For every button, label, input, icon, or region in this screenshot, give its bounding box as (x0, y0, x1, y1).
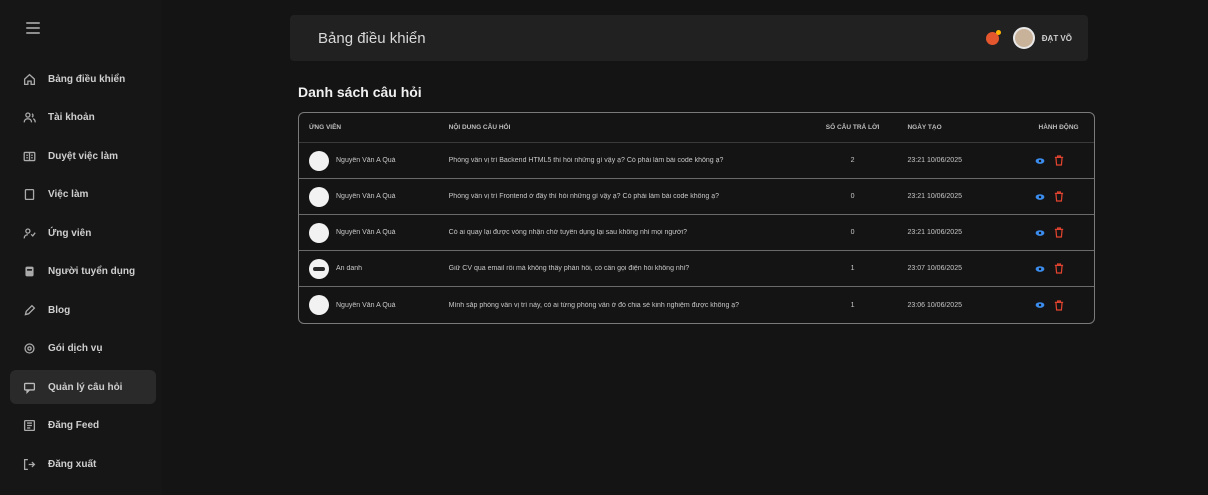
user-name[interactable]: ĐẠT VÕ (1042, 34, 1072, 43)
menu-icon[interactable] (26, 22, 40, 34)
candidate-name: Nguyễn Văn A Quá (336, 193, 396, 200)
created-date: 23:21 10/06/2025 (907, 157, 962, 164)
anonymous-avatar (309, 258, 329, 279)
question-text: Giữ CV qua email rồi mà không thấy phản … (448, 265, 690, 272)
table-row: Ẩn danh Giữ CV qua email rồi mà không th… (299, 251, 1094, 287)
sidebar-item-label: Gói dịch vụ (48, 343, 103, 354)
top-header: Bảng điều khiển ĐẠT VÕ (290, 15, 1088, 61)
sidebar-item-logout[interactable]: Đăng xuất (10, 447, 156, 481)
eye-icon[interactable] (1035, 228, 1045, 238)
notification-icon[interactable] (985, 29, 1001, 45)
pen-icon (22, 303, 36, 317)
sidebar-item-label: Duyệt việc làm (48, 150, 119, 162)
sidebar: Bảng điều khiển Tài khoản Duyệt việc làm… (0, 0, 162, 495)
answer-count: 0 (850, 229, 855, 236)
sidebar-item-questions[interactable]: Quản lý câu hỏi (10, 370, 156, 404)
trash-icon[interactable] (1054, 263, 1064, 274)
column-header-candidate: Ứng viên (309, 124, 342, 131)
candidate-name: Nguyễn Văn A Quá (336, 301, 396, 309)
page-title: Bảng điều khiển (318, 29, 426, 47)
sidebar-item-label: Bảng điều khiển (48, 73, 126, 85)
table-row: Nguyễn Văn A Quá Mình sắp phỏng vấn vị t… (299, 287, 1094, 323)
sidebar-item-label: Người tuyển dụng (48, 266, 136, 277)
sidebar-item-packages[interactable]: Gói dịch vụ (10, 332, 156, 366)
avatar (309, 222, 329, 243)
sidebar-item-dashboard[interactable]: Bảng điều khiển (10, 62, 156, 96)
candidate-name: Nguyễn Văn A Quá (336, 157, 396, 164)
trash-icon[interactable] (1054, 155, 1064, 166)
chat-icon (22, 380, 36, 394)
created-date: 23:21 10/06/2025 (907, 193, 962, 200)
users-icon (22, 111, 36, 125)
question-text: Có ai quay lại được vòng nhận chờ tuyển … (448, 229, 687, 236)
trash-icon[interactable] (1054, 227, 1064, 238)
sidebar-item-recruiters[interactable]: Người tuyển dụng (10, 255, 156, 289)
candidate-name: Ẩn danh (336, 265, 363, 272)
created-date: 23:07 10/06/2025 (907, 265, 962, 272)
created-date: 23:21 10/06/2025 (907, 229, 962, 236)
question-text: Phỏng vấn vị trí Backend HTML5 thì hỏi n… (448, 157, 724, 164)
answer-count: 1 (850, 265, 855, 272)
question-text: Mình sắp phỏng vấn vị trí này, có ai từn… (448, 301, 740, 309)
question-text: Phỏng vấn vị trí Frontend ở đây thì hỏi … (448, 193, 720, 200)
avatar (309, 295, 329, 315)
table-header: Ứng viên Nội dung câu hỏi Số câu trả lời… (299, 113, 1094, 143)
answer-count: 1 (850, 301, 855, 309)
column-header-actions: Hành động (1038, 124, 1079, 131)
sidebar-item-candidates[interactable]: Ứng viên (10, 216, 156, 250)
briefcase-check-icon (22, 149, 36, 163)
avatar (309, 150, 329, 171)
eye-icon[interactable] (1035, 192, 1045, 202)
created-date: 23:06 10/06/2025 (907, 301, 962, 309)
sidebar-item-label: Việc làm (48, 189, 89, 200)
sidebar-item-accounts[interactable]: Tài khoản (10, 101, 156, 135)
table-row: Nguyễn Văn A Quá Có ai quay lại được vòn… (299, 215, 1094, 251)
sidebar-item-label: Đăng Feed (48, 420, 100, 431)
sidebar-item-label: Quản lý câu hỏi (48, 381, 123, 393)
table-row: Nguyễn Văn A Quá Phỏng vấn vị trí Fronte… (299, 179, 1094, 215)
sidebar-item-jobs[interactable]: Việc làm (10, 178, 156, 212)
section-title: Danh sách câu hỏi (298, 84, 422, 100)
package-icon (22, 342, 36, 356)
eye-icon[interactable] (1035, 300, 1045, 310)
candidates-icon (22, 226, 36, 240)
feed-icon (22, 419, 36, 433)
answer-count: 2 (850, 157, 855, 164)
sidebar-item-blog[interactable]: Blog (10, 293, 156, 327)
sidebar-item-label: Blog (48, 304, 71, 316)
sidebar-nav: Bảng điều khiển Tài khoản Duyệt việc làm… (10, 62, 156, 486)
column-header-question: Nội dung câu hỏi (448, 124, 511, 131)
home-icon (22, 72, 36, 86)
eye-icon[interactable] (1035, 264, 1045, 274)
avatar (309, 186, 329, 207)
avatar[interactable] (1012, 27, 1035, 49)
sidebar-item-label: Đăng xuất (48, 458, 97, 470)
sidebar-item-approve-jobs[interactable]: Duyệt việc làm (10, 139, 156, 173)
column-header-answers: Số câu trả lời (825, 124, 880, 131)
document-icon (22, 188, 36, 202)
trash-icon[interactable] (1054, 299, 1064, 311)
questions-table: Ứng viên Nội dung câu hỏi Số câu trả lời… (298, 112, 1095, 324)
column-header-created: Ngày tạo (907, 124, 942, 131)
answer-count: 0 (850, 193, 855, 200)
sidebar-item-feed[interactable]: Đăng Feed (10, 409, 156, 443)
sidebar-item-label: Ứng viên (48, 227, 92, 239)
sidebar-item-label: Tài khoản (48, 112, 95, 123)
candidate-name: Nguyễn Văn A Quá (336, 229, 396, 236)
trash-icon[interactable] (1054, 191, 1064, 202)
logout-icon (22, 457, 36, 471)
recruiter-icon (22, 265, 36, 279)
table-row: Nguyễn Văn A Quá Phỏng vấn vị trí Backen… (299, 143, 1094, 179)
eye-icon[interactable] (1035, 156, 1045, 166)
